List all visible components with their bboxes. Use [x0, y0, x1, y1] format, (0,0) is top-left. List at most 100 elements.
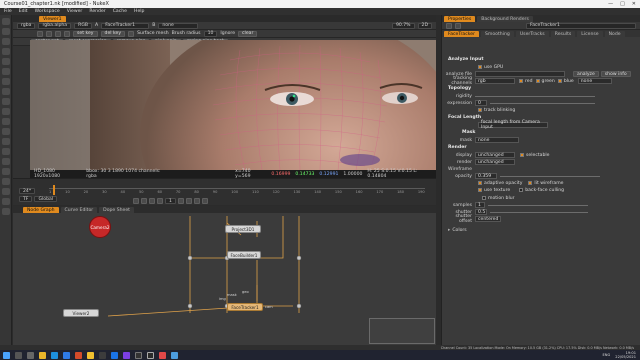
- next-frame-icon[interactable]: [185, 198, 192, 204]
- colorspace-select[interactable]: RGB: [74, 22, 93, 29]
- unreal-icon[interactable]: [147, 351, 154, 359]
- edge-browser-icon[interactable]: [51, 351, 58, 359]
- office-icon[interactable]: [75, 351, 82, 359]
- chrome-icon[interactable]: [87, 351, 94, 359]
- analyze-file-input[interactable]: [475, 71, 565, 77]
- minimize-button[interactable]: —: [608, 1, 613, 7]
- tab-viewer1[interactable]: Viewer1: [39, 16, 66, 22]
- deep-tool-icon[interactable]: [1, 188, 10, 195]
- first-frame-icon[interactable]: [133, 198, 139, 204]
- ignore-label[interactable]: Ignore: [220, 31, 235, 36]
- close-button[interactable]: ✕: [632, 1, 636, 7]
- terminal-icon[interactable]: [135, 351, 142, 359]
- last-frame-icon[interactable]: [201, 198, 208, 204]
- viewer-canvas[interactable]: [30, 40, 436, 170]
- toolsets-icon[interactable]: [1, 138, 10, 145]
- max-panels-icon[interactable]: [446, 22, 452, 29]
- expand-arrow-icon[interactable]: ▸: [448, 228, 450, 233]
- menu-cache[interactable]: Cache: [113, 9, 127, 14]
- render-select[interactable]: unchanged: [475, 159, 515, 165]
- selectable-checkbox[interactable]: [520, 153, 524, 157]
- green-checkbox[interactable]: [535, 79, 540, 83]
- time-tool-icon[interactable]: [1, 38, 10, 45]
- menu-file[interactable]: File: [4, 9, 12, 14]
- display-select[interactable]: unchanged: [475, 152, 515, 158]
- channels-select[interactable]: rgba: [17, 22, 36, 29]
- playhead[interactable]: [53, 185, 55, 195]
- samples-slider[interactable]: [488, 204, 588, 206]
- air-tool-icon[interactable]: [1, 208, 10, 215]
- backface-checkbox[interactable]: [519, 188, 524, 192]
- search-icon[interactable]: [15, 351, 22, 359]
- input-b-select[interactable]: none: [158, 22, 199, 29]
- 3d-tool-icon[interactable]: [1, 108, 10, 115]
- premiere-icon[interactable]: [123, 351, 130, 359]
- focal-length-select[interactable]: focal length from Camera Input: [478, 120, 548, 130]
- viewer-node[interactable]: Viewer2: [63, 309, 99, 317]
- range-mode-select[interactable]: Global: [34, 196, 58, 202]
- lit-wireframe-checkbox[interactable]: [528, 181, 533, 185]
- use-gpu-checkbox[interactable]: [478, 65, 482, 69]
- set-key-button[interactable]: set key: [73, 30, 98, 37]
- tab-background-renders[interactable]: Background Renders: [477, 16, 533, 22]
- menu-render[interactable]: Render: [89, 9, 105, 14]
- tab-properties[interactable]: Properties: [444, 16, 476, 22]
- nuke-app-icon[interactable]: [99, 351, 106, 359]
- timeline-ruler[interactable]: 1 10 20 30 40 50 60 70 80 90 100 110 120…: [49, 188, 425, 194]
- shutter-input[interactable]: 0.5: [475, 209, 487, 215]
- play-icon[interactable]: [177, 198, 184, 204]
- clear-panels-icon[interactable]: [455, 22, 461, 29]
- prev-key-icon[interactable]: [37, 30, 43, 37]
- node-graph-panel[interactable]: Node Graph Curve Editor Dope Sheet Camer…: [13, 206, 436, 345]
- task-view-icon[interactable]: [27, 351, 34, 359]
- record-icon[interactable]: [159, 351, 166, 359]
- mail-icon[interactable]: [63, 351, 70, 359]
- tab-usertracks[interactable]: UserTracks: [515, 31, 549, 37]
- file-explorer-icon[interactable]: [39, 351, 46, 359]
- keentools-icon[interactable]: [1, 158, 10, 165]
- furnace-tool-icon[interactable]: [1, 168, 10, 175]
- opacity-input[interactable]: 0.359: [475, 173, 497, 179]
- cara-tool-icon[interactable]: [1, 198, 10, 205]
- prev-frame-icon[interactable]: [149, 198, 155, 204]
- input-a-select[interactable]: FaceTracker1: [101, 22, 150, 29]
- keyer-tool-icon[interactable]: [1, 78, 10, 85]
- draw-tool-icon[interactable]: [1, 28, 10, 35]
- del-key-button[interactable]: del key: [100, 30, 126, 37]
- red-checkbox[interactable]: [519, 79, 523, 83]
- blue-channel-select[interactable]: none: [577, 78, 612, 84]
- brush-radius-input[interactable]: 10: [203, 30, 218, 37]
- menu-edit[interactable]: Edit: [19, 9, 28, 14]
- language-indicator[interactable]: ENG: [603, 353, 611, 357]
- adaptive-opacity-checkbox[interactable]: [478, 181, 482, 185]
- next-keyframe-icon[interactable]: [193, 198, 200, 204]
- transform-tool-icon[interactable]: [1, 98, 10, 105]
- tab-results[interactable]: Results: [550, 31, 576, 37]
- facebuilder-node[interactable]: FaceBuilder1: [227, 251, 261, 259]
- shutter-slider[interactable]: [490, 211, 588, 213]
- show-info-button[interactable]: show info: [600, 71, 631, 77]
- color-tool-icon[interactable]: [1, 58, 10, 65]
- channel-tool-icon[interactable]: [1, 48, 10, 55]
- track-fwd-icon[interactable]: [55, 30, 61, 37]
- navigator-minimap[interactable]: [369, 318, 435, 344]
- node-name-field[interactable]: FaceTracker1: [526, 22, 636, 29]
- merge-tool-icon[interactable]: [1, 88, 10, 95]
- particles-tool-icon[interactable]: [1, 178, 10, 185]
- surface-mesh-label[interactable]: Surface mesh: [137, 31, 169, 36]
- metadata-tool-icon[interactable]: [1, 128, 10, 135]
- tracking-pin-icon[interactable]: [292, 94, 296, 98]
- motion-blur-checkbox[interactable]: [482, 196, 486, 200]
- view-mode-select[interactable]: 2D: [417, 22, 432, 29]
- track-blinking-checkbox[interactable]: [478, 108, 482, 112]
- frame-field[interactable]: 1: [165, 198, 176, 204]
- rigidity-slider[interactable]: [475, 95, 595, 97]
- expression-input[interactable]: 0: [475, 100, 487, 106]
- blue-checkbox[interactable]: [557, 79, 562, 83]
- clock-date[interactable]: 22/05/2021: [615, 355, 636, 359]
- start-menu-icon[interactable]: [3, 351, 10, 359]
- other-tool-icon[interactable]: [1, 148, 10, 155]
- expression-slider[interactable]: [490, 102, 595, 104]
- samples-input[interactable]: 1: [475, 202, 485, 208]
- prev-keyframe-icon[interactable]: [141, 198, 147, 204]
